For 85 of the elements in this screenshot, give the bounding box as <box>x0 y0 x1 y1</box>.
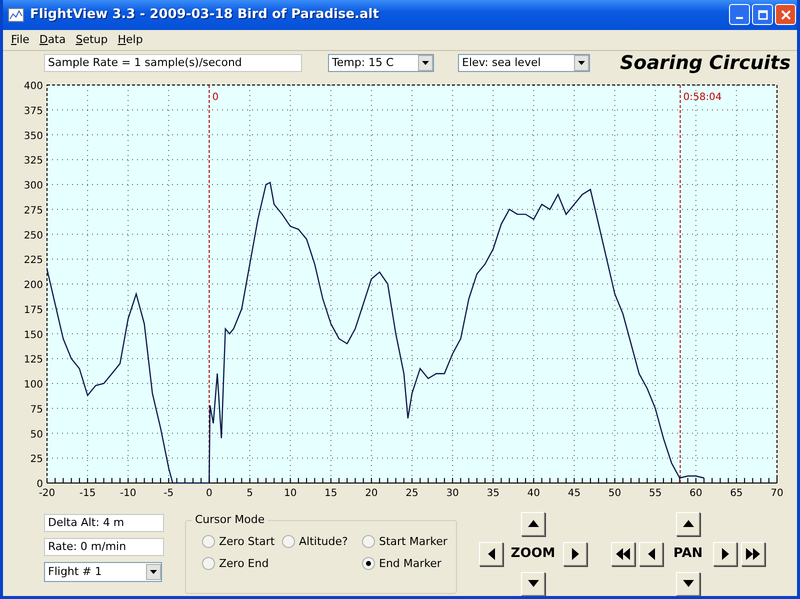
flight-dropdown[interactable]: Flight # 1 <box>44 562 162 582</box>
y-tick-label: 175 <box>24 304 43 316</box>
x-tick-label: -10 <box>120 488 136 499</box>
y-tick-label: 375 <box>24 106 43 117</box>
y-tick-label: 200 <box>24 280 43 291</box>
x-tick-label: 40 <box>527 488 540 499</box>
y-tick-label: 125 <box>24 354 43 366</box>
y-tick-label: 350 <box>24 130 43 142</box>
pan-left-button[interactable] <box>639 542 663 566</box>
up-arrow-icon <box>528 520 538 528</box>
y-tick-label: 0 <box>36 478 43 490</box>
menu-item[interactable]: Help <box>112 33 148 46</box>
marker-label: 0 <box>212 92 219 103</box>
maximize-button[interactable] <box>752 4 773 26</box>
window-title: FlightView 3.3 - 2009-03-18 Bird of Paradise.alt <box>30 7 380 22</box>
y-tick-label: 25 <box>30 454 43 465</box>
elevation-dropdown[interactable]: Elev: sea level <box>458 54 590 72</box>
down-arrow-icon <box>528 580 538 588</box>
x-tick-label: 5 <box>246 488 253 499</box>
x-tick-label: 10 <box>284 488 297 499</box>
right-arrow-icon <box>572 548 578 560</box>
minimize-button[interactable] <box>729 4 750 26</box>
pan-label: PAN <box>673 546 703 562</box>
radio-option[interactable]: Zero Start <box>202 534 282 548</box>
rate-field: Rate: 0 m/min <box>44 538 164 556</box>
x-tick-label: -20 <box>38 488 56 499</box>
pan-up-button[interactable] <box>676 512 700 536</box>
down-arrow-icon <box>682 580 694 588</box>
close-icon <box>780 10 790 20</box>
x-tick-label: 15 <box>324 488 338 499</box>
temperature-dropdown[interactable]: Temp: 15 C <box>328 54 434 72</box>
chart-icon <box>8 8 24 22</box>
x-tick-label: -15 <box>79 488 96 499</box>
left-arrow-icon <box>648 548 654 560</box>
marker-label: 0:58:04 <box>683 92 722 103</box>
x-tick-label: 60 <box>690 488 702 499</box>
y-tick-label: 400 <box>24 80 43 92</box>
minimize-icon <box>736 16 743 19</box>
radio-option[interactable]: Altitude? <box>282 534 362 548</box>
pan-down-button[interactable] <box>676 572 700 596</box>
y-tick-label: 75 <box>30 404 43 416</box>
delta-alt-field: Delta Alt: 4 m <box>44 514 164 532</box>
zoom-right-button[interactable] <box>563 542 587 566</box>
logo-text: Soaring Circuits <box>620 52 791 74</box>
x-tick-label: 35 <box>486 488 500 499</box>
y-tick-label: 325 <box>24 155 43 166</box>
y-tick-label: 225 <box>24 254 43 266</box>
sample-rate-field: Sample Rate = 1 sample(s)/second <box>44 54 302 72</box>
close-button[interactable] <box>775 4 796 26</box>
pan-right-button[interactable] <box>713 542 737 566</box>
radio-option[interactable]: Start Marker <box>362 534 452 548</box>
x-tick-label: 45 <box>568 488 581 499</box>
double-right-arrow-icon <box>746 548 760 560</box>
maximize-icon <box>758 10 768 20</box>
x-tick-label: 30 <box>446 488 459 499</box>
x-tick-label: 20 <box>365 488 378 499</box>
group-title: Cursor Mode <box>192 512 268 526</box>
y-tick-label: 300 <box>24 180 43 192</box>
pan-fast-right-button[interactable] <box>741 542 765 566</box>
y-tick-label: 250 <box>24 230 43 242</box>
menu-item[interactable]: File <box>6 33 34 46</box>
right-arrow-icon <box>722 548 728 560</box>
radio-option[interactable]: End Marker <box>362 556 452 570</box>
zoom-in-button[interactable] <box>521 512 545 536</box>
menu-item[interactable]: Setup <box>70 33 113 46</box>
x-tick-label: 65 <box>730 488 743 499</box>
x-tick-label: 50 <box>608 488 622 499</box>
x-tick-label: 0 <box>206 488 212 499</box>
y-tick-label: 100 <box>24 379 43 390</box>
y-tick-label: 275 <box>24 205 43 216</box>
left-arrow-icon <box>488 548 494 560</box>
y-tick-label: 50 <box>30 429 43 440</box>
zoom-label: ZOOM <box>510 546 556 562</box>
x-tick-label: -5 <box>164 488 174 499</box>
zoom-left-button[interactable] <box>479 542 503 566</box>
x-tick-label: 25 <box>406 488 418 499</box>
x-tick-label: 70 <box>770 488 784 499</box>
menu-item[interactable]: Data <box>34 33 71 46</box>
y-tick-label: 150 <box>24 330 43 341</box>
double-left-arrow-icon <box>616 548 630 560</box>
radio-option[interactable]: Zero End <box>202 556 282 570</box>
x-tick-label: 55 <box>648 488 662 499</box>
zoom-out-button[interactable] <box>521 572 545 596</box>
up-arrow-icon <box>682 520 694 528</box>
pan-fast-left-button[interactable] <box>611 542 635 566</box>
